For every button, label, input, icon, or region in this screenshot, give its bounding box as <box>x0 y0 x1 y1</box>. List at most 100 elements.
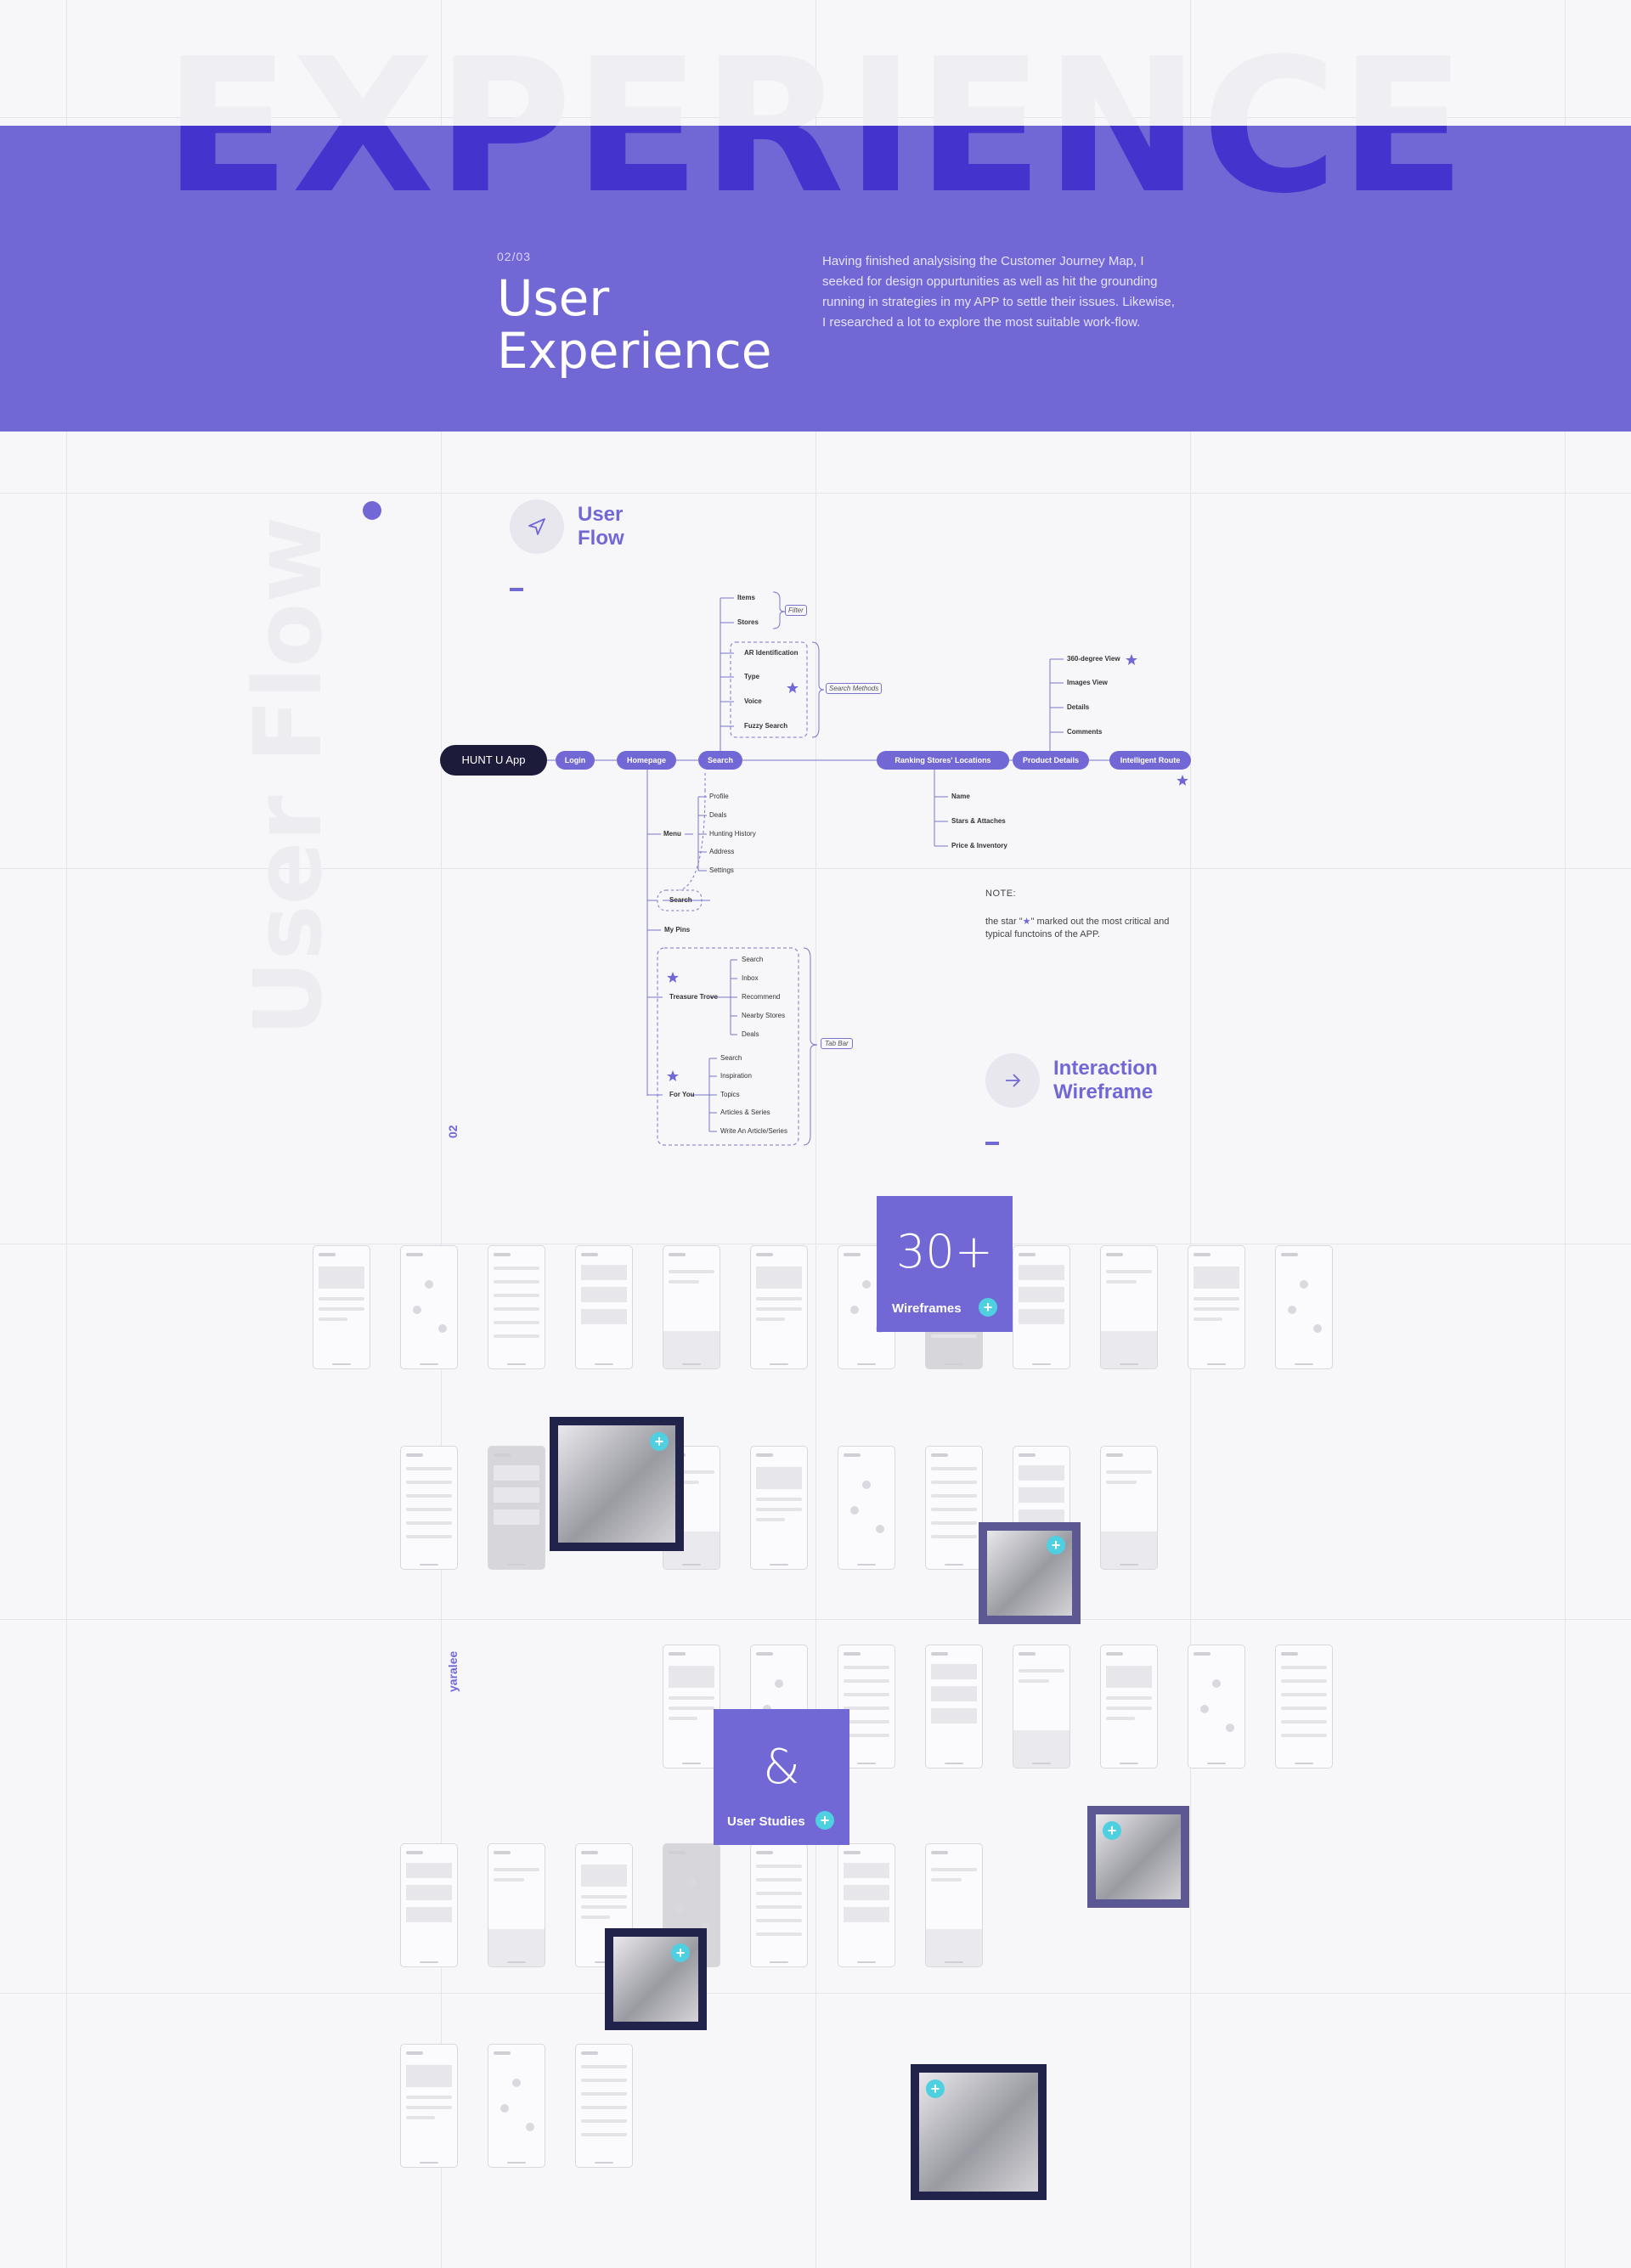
list-row <box>844 1666 889 1669</box>
image-block <box>931 1686 977 1701</box>
wireframe-thumbnail[interactable] <box>750 1245 808 1369</box>
flow-leaf: Nearby Stores <box>742 1012 786 1019</box>
flow-leaf: Fuzzy Search <box>744 722 788 730</box>
wireframe-thumbnail[interactable] <box>750 1446 808 1570</box>
placeholder-line <box>669 1270 714 1273</box>
wireframes-card[interactable]: 30+ Wireframes + <box>877 1196 1013 1332</box>
wireframe-thumbnail[interactable] <box>838 1446 895 1570</box>
list-row <box>494 1280 539 1284</box>
status-bar <box>931 1652 948 1656</box>
status-bar <box>581 1253 598 1256</box>
plus-icon[interactable]: + <box>650 1432 669 1451</box>
wireframe-thumbnail[interactable] <box>488 1446 545 1570</box>
wireframe-thumbnail[interactable] <box>1013 1645 1070 1769</box>
map-pin <box>1300 1280 1308 1289</box>
wireframe-thumbnail[interactable] <box>488 1245 545 1369</box>
wireframe-thumbnail[interactable] <box>925 1645 983 1769</box>
list-row <box>494 1334 539 1338</box>
home-indicator <box>595 1363 613 1365</box>
wireframe-thumbnail[interactable] <box>400 2044 458 2168</box>
image-block <box>494 1509 539 1525</box>
placeholder-line <box>756 1518 785 1521</box>
plus-icon[interactable]: + <box>671 1944 690 1962</box>
plus-icon[interactable]: + <box>816 1811 834 1830</box>
list-row <box>756 1919 802 1922</box>
user-study-photo[interactable]: + <box>1087 1806 1189 1908</box>
wireframe-thumbnail[interactable] <box>1100 1446 1158 1570</box>
user-study-photo[interactable]: + <box>979 1522 1081 1624</box>
wireframe-thumbnail[interactable] <box>1100 1645 1158 1769</box>
wireframe-thumbnail[interactable] <box>313 1245 370 1369</box>
plus-icon[interactable]: + <box>1047 1536 1065 1554</box>
home-indicator <box>507 1564 526 1566</box>
map-pin <box>413 1306 421 1314</box>
user-flow-heading-line2: Flow <box>578 527 624 550</box>
wireframe-thumbnail[interactable] <box>1275 1645 1333 1769</box>
wireframe-thumbnail[interactable] <box>575 2044 633 2168</box>
wireframe-thumbnail[interactable] <box>1013 1245 1070 1369</box>
status-bar <box>844 1253 861 1256</box>
plus-icon[interactable]: + <box>1103 1821 1121 1840</box>
wireframe-thumbnail[interactable] <box>575 1245 633 1369</box>
home-indicator <box>770 1564 788 1566</box>
home-indicator <box>945 1961 963 1963</box>
wireframe-thumbnail[interactable] <box>1188 1645 1245 1769</box>
status-bar <box>844 1652 861 1656</box>
map-pin <box>675 1904 684 1912</box>
status-bar <box>1281 1253 1298 1256</box>
wireframe-thumbnail[interactable] <box>400 1245 458 1369</box>
list-row <box>931 1467 977 1470</box>
wireframe-thumbnail[interactable] <box>400 1843 458 1967</box>
section-title-line2: Experience <box>497 322 772 380</box>
placeholder-line <box>1106 1280 1137 1284</box>
image-block <box>581 1265 627 1280</box>
list-row <box>581 2106 627 2109</box>
list-row <box>931 1481 977 1484</box>
wireframe-thumbnail[interactable] <box>400 1446 458 1570</box>
grid-line <box>0 1619 1631 1620</box>
wireframe-thumbnail[interactable] <box>488 2044 545 2168</box>
image-block <box>669 1666 714 1688</box>
user-studies-label: User Studies <box>727 1814 805 1829</box>
list-row <box>844 1679 889 1683</box>
user-study-photo[interactable]: + <box>605 1928 707 2030</box>
list-row <box>406 1508 452 1511</box>
flow-leaf: Search <box>742 956 764 963</box>
map-pin <box>850 1306 859 1314</box>
map-pin <box>850 1506 859 1515</box>
wireframe-thumbnail[interactable] <box>925 1843 983 1967</box>
home-indicator <box>1120 1363 1138 1365</box>
list-row <box>494 1294 539 1297</box>
status-bar <box>1194 1253 1211 1256</box>
status-bar <box>756 1652 773 1656</box>
placeholder-line <box>1019 1679 1049 1683</box>
plus-icon[interactable]: + <box>926 2079 945 2098</box>
user-studies-card[interactable]: & User Studies + <box>714 1709 849 1845</box>
wireframe-thumbnail[interactable] <box>1275 1245 1333 1369</box>
wireframe-thumbnail[interactable] <box>925 1446 983 1570</box>
placeholder-line <box>669 1707 714 1710</box>
wireframe-thumbnail[interactable] <box>1100 1245 1158 1369</box>
list-row <box>931 1508 977 1511</box>
user-study-photo[interactable]: + <box>911 2064 1047 2200</box>
flow-leaf: Profile <box>709 793 729 800</box>
wireframe-icon-circle <box>985 1053 1040 1108</box>
wireframe-thumbnail[interactable] <box>1188 1245 1245 1369</box>
wireframe-thumbnail[interactable] <box>488 1843 545 1967</box>
user-study-photo[interactable]: + <box>550 1417 684 1551</box>
placeholder-line <box>756 1498 802 1501</box>
map-pin <box>775 1679 783 1688</box>
wireframe-thumbnail[interactable] <box>663 1245 720 1369</box>
placeholder-line <box>494 1878 524 1882</box>
wireframe-thumbnail[interactable] <box>838 1843 895 1967</box>
placeholder-line <box>494 1868 539 1871</box>
list-row <box>406 1494 452 1498</box>
image-block <box>406 1863 452 1878</box>
map-pin <box>526 2123 534 2131</box>
plus-icon[interactable]: + <box>979 1298 997 1317</box>
status-bar <box>1019 1652 1036 1656</box>
wireframe-thumbnail[interactable] <box>750 1843 808 1967</box>
wireframe-heading: Interaction Wireframe <box>1053 1057 1158 1104</box>
wireframe-thumbnail[interactable] <box>663 1645 720 1769</box>
placeholder-line <box>1194 1307 1239 1311</box>
